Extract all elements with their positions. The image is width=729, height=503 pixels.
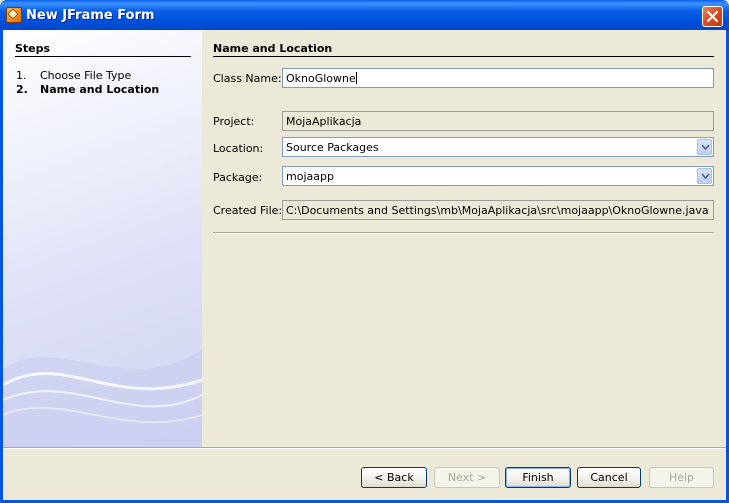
close-button[interactable] [702, 6, 723, 27]
created-file-field: C:\Documents and Settings\mb\MojaAplikac… [282, 200, 714, 220]
created-file-label: Created File: [213, 204, 283, 217]
location-value: Source Packages [286, 141, 379, 154]
location-label: Location: [213, 142, 264, 155]
step-number: 2. [16, 83, 28, 96]
class-name-input[interactable]: OknoGlowne [282, 68, 714, 88]
text-caret [355, 72, 357, 84]
package-value: mojaapp [286, 170, 334, 183]
dialog-content: Steps 1. Choose File Type 2. Name and Loca… [3, 30, 726, 500]
section-divider [213, 56, 714, 57]
help-button[interactable]: Help [649, 467, 714, 488]
step-number: 1. [16, 69, 27, 82]
location-dropdown-button[interactable] [697, 139, 712, 155]
form-divider [213, 232, 714, 234]
button-bar-separator [3, 447, 726, 449]
step-label: Name and Location [40, 83, 160, 96]
next-button[interactable]: Next > [434, 467, 500, 488]
class-name-label: Class Name: [213, 72, 282, 85]
steps-divider [15, 56, 191, 57]
back-button[interactable]: < Back [361, 467, 427, 488]
project-label: Project: [213, 115, 255, 128]
class-name-value: OknoGlowne [286, 72, 356, 85]
steps-heading: Steps [15, 42, 51, 55]
window-title: New JFrame Form [26, 8, 155, 23]
java-form-icon [6, 7, 22, 23]
chevron-down-icon [701, 144, 710, 151]
dialog-window: New JFrame Form Steps 1. Choose File Type… [0, 0, 729, 503]
step-item-name-and-location: 2. Name and Location [16, 83, 159, 96]
section-heading: Name and Location [213, 42, 333, 55]
step-label: Choose File Type [40, 69, 132, 82]
location-combobox[interactable]: Source Packages [282, 137, 714, 157]
package-combobox[interactable]: mojaapp [282, 166, 714, 186]
steps-panel: Steps 1. Choose File Type 2. Name and Loca… [3, 30, 202, 447]
project-field: MojaAplikacja [282, 111, 714, 131]
package-dropdown-button[interactable] [697, 168, 712, 184]
package-label: Package: [213, 171, 263, 184]
chevron-down-icon [701, 173, 710, 180]
cancel-button[interactable]: Cancel [577, 467, 641, 488]
finish-button[interactable]: Finish [505, 467, 571, 488]
close-icon [706, 10, 719, 23]
background-waves [3, 350, 202, 447]
title-bar[interactable]: New JFrame Form [0, 0, 729, 30]
step-item-choose-file-type: 1. Choose File Type [16, 69, 131, 82]
form-panel: Name and Location Class Name: OknoGlowne… [202, 30, 726, 447]
